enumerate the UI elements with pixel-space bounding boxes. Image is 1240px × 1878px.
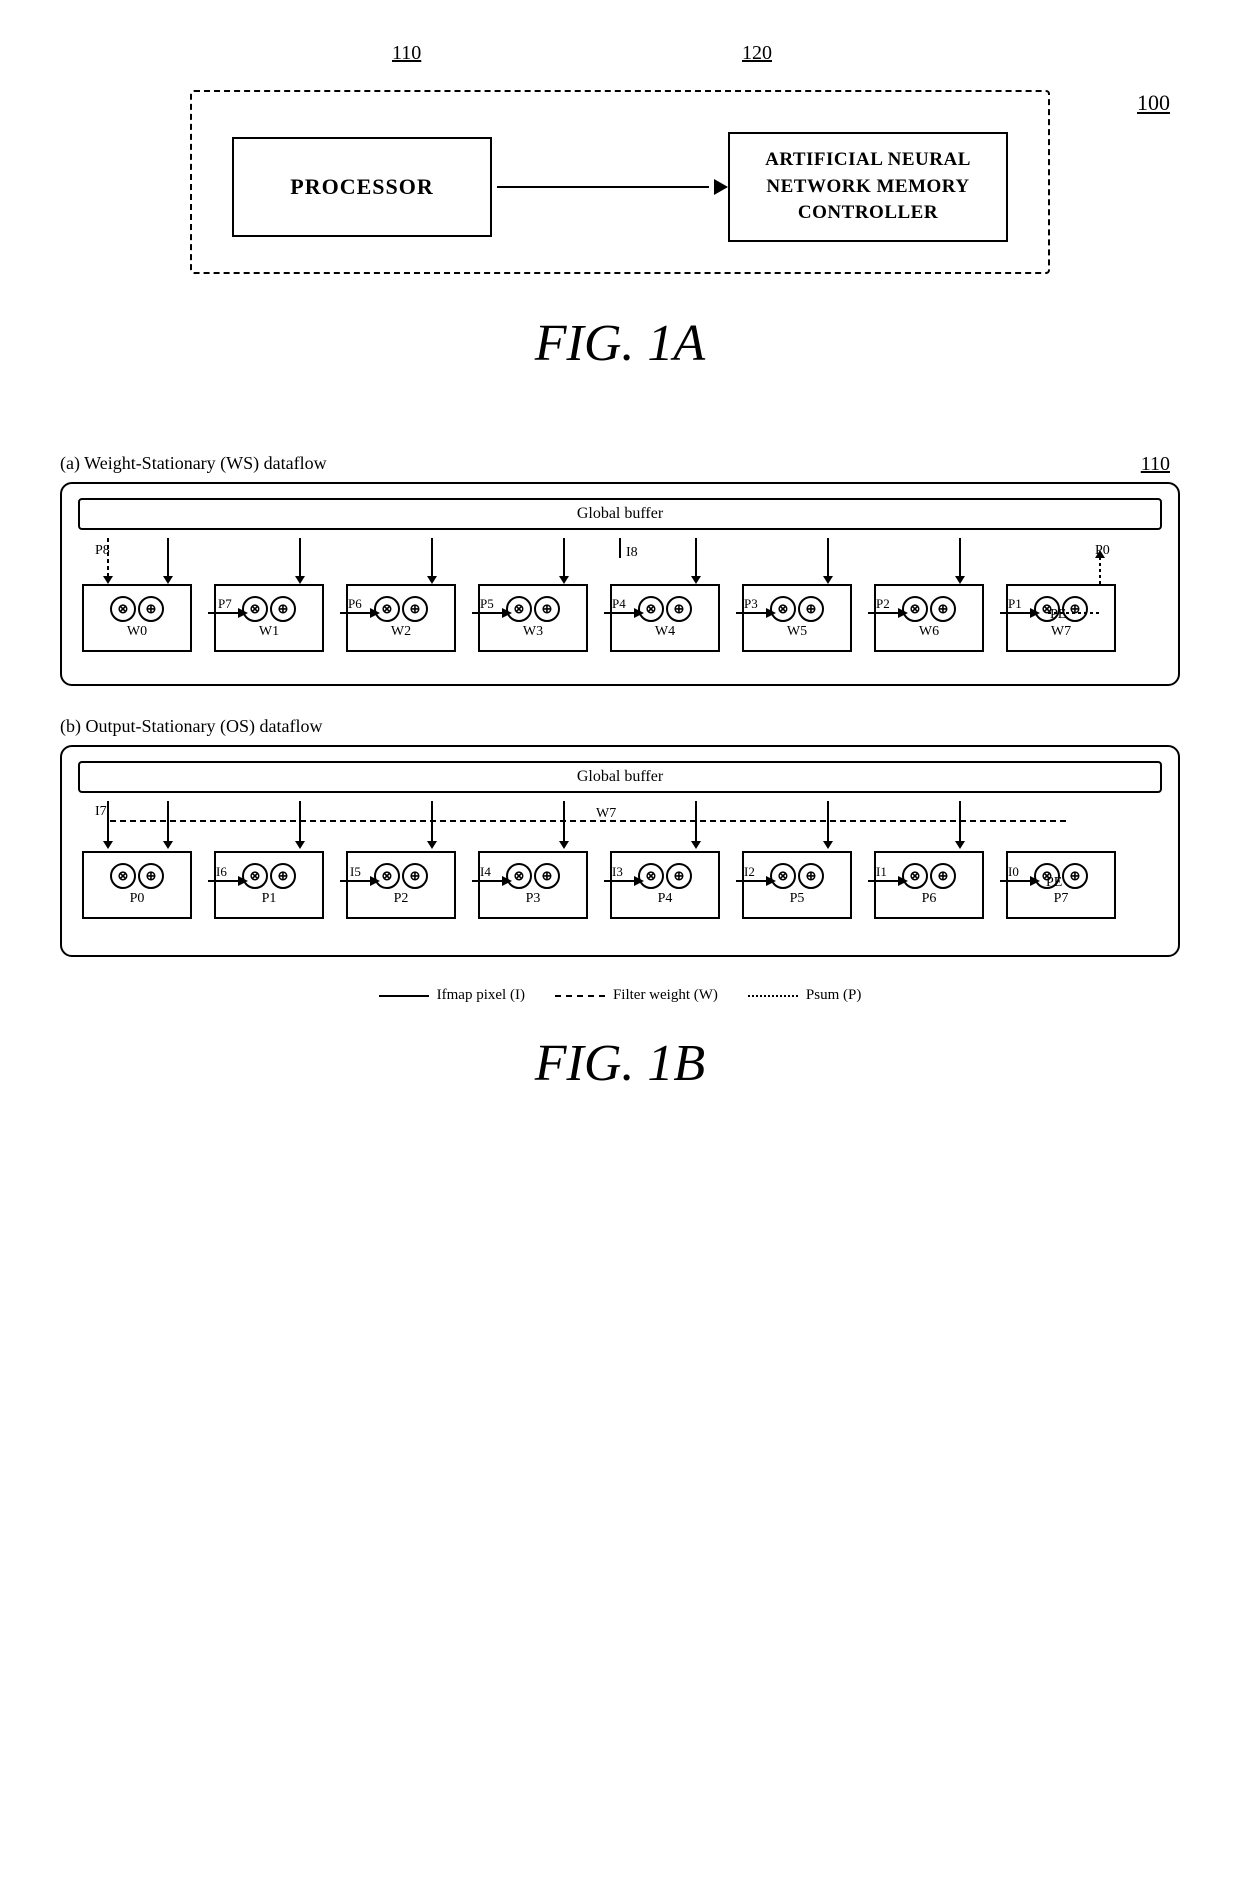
os-pe-p0: ⊗ ⊕ P0: [82, 851, 192, 919]
os-pe-p4: ⊗ ⊕ P4: [610, 851, 720, 919]
os-pe-label-p6: P6: [922, 891, 937, 907]
os-pe-p1: ⊗ ⊕ P1: [214, 851, 324, 919]
legend-dashed: Filter weight (W): [555, 987, 718, 1004]
subfig-a-label: (a) Weight-Stationary (WS) dataflow: [60, 453, 1180, 474]
legend: Ifmap pixel (I) Filter weight (W) Psum (…: [60, 987, 1180, 1004]
os-pe-p5: ⊗ ⊕ P5: [742, 851, 852, 919]
arrow-line: [497, 186, 709, 188]
os-pe-p6: ⊗ ⊕ P6: [874, 851, 984, 919]
ws-pe-w6: ⊗ ⊕ W6: [874, 584, 984, 652]
svg-text:I7: I7: [95, 804, 107, 819]
ws-dataflow-container: Global buffer: [60, 482, 1180, 686]
ws-pe-label-w5: W5: [787, 624, 807, 640]
ws-global-buffer: Global buffer: [78, 498, 1162, 530]
os-pe-p7: ⊗ ⊕ P7: [1006, 851, 1116, 919]
fig1b-caption: FIG. 1B: [60, 1034, 1180, 1093]
os-pe-label-p3: P3: [526, 891, 541, 907]
ws-pe-label-w3: W3: [523, 624, 543, 640]
ws-pe-label-w6: W6: [919, 624, 939, 640]
os-pe-label-p5: P5: [790, 891, 805, 907]
svg-text:W7: W7: [596, 806, 616, 821]
processor-box: PROCESSOR: [232, 137, 492, 237]
os-pe-p2: ⊗ ⊕ P2: [346, 851, 456, 919]
fig1a-diagram: 110 120 PROCESSOR ARTIFICIAL NEURALNETWO…: [60, 90, 1180, 274]
processor-to-ann-arrow: [492, 179, 728, 195]
ws-pe-w0: ⊗ ⊕ W0: [82, 584, 192, 652]
processor-text: PROCESSOR: [290, 174, 433, 200]
ws-pe-label-w2: W2: [391, 624, 411, 640]
ws-pe-w5: ⊗ ⊕ W5: [742, 584, 852, 652]
ws-pe-label-w0: W0: [127, 624, 147, 640]
ws-pe-row: ⊗ ⊕ W0 ⊗ ⊕ W1 ⊗: [82, 584, 1162, 652]
fig1a-caption: FIG. 1A: [60, 314, 1180, 373]
os-pe-label-p4: P4: [658, 891, 673, 907]
legend-dashed-label: Filter weight (W): [613, 987, 718, 1004]
os-pe-label-p0: P0: [130, 891, 145, 907]
os-global-buffer: Global buffer: [78, 761, 1162, 793]
os-dataflow-container: Global buffer I7: [60, 745, 1180, 957]
ws-pe-label-w7: W7: [1051, 624, 1071, 640]
legend-dashed-line: [555, 995, 605, 997]
legend-solid: Ifmap pixel (I): [379, 987, 525, 1004]
legend-dotted-line: [748, 995, 798, 997]
subfig-b-label: (b) Output-Stationary (OS) dataflow: [60, 716, 1180, 737]
svg-text:I8: I8: [626, 545, 638, 560]
ws-pe-w3: ⊗ ⊕ W3: [478, 584, 588, 652]
legend-solid-line: [379, 995, 429, 997]
ann-box: ARTIFICIAL NEURALNETWORK MEMORYCONTROLLE…: [728, 132, 1008, 242]
ann-text: ARTIFICIAL NEURALNETWORK MEMORYCONTROLLE…: [765, 147, 971, 227]
legend-solid-label: Ifmap pixel (I): [437, 987, 525, 1004]
label-120: 120: [742, 42, 772, 65]
ws-pe-w2: ⊗ ⊕ W2: [346, 584, 456, 652]
ws-pe-label-w1: W1: [259, 624, 279, 640]
fig1a-section: 100 110 120 PROCESSOR ARTIFICIAL NEURALN…: [60, 90, 1180, 373]
legend-dotted-label: Psum (P): [806, 987, 861, 1004]
os-pe-label-p7: P7: [1054, 891, 1069, 907]
os-pe-label-p1: P1: [262, 891, 277, 907]
ws-pe-w7: ⊗ ⊕ W7: [1006, 584, 1116, 652]
os-pe-label-p2: P2: [394, 891, 409, 907]
os-pe-p3: ⊗ ⊕ P3: [478, 851, 588, 919]
ws-pe-w1: ⊗ ⊕ W1: [214, 584, 324, 652]
os-pe-row: ⊗ ⊕ P0 ⊗ ⊕ P1 ⊗ ⊕: [82, 851, 1162, 919]
arrow-head: [714, 179, 728, 195]
outer-dashed-box: 110 120 PROCESSOR ARTIFICIAL NEURALNETWO…: [190, 90, 1050, 274]
fig1b-ref-110: 110: [1141, 453, 1170, 476]
ws-pe-label-w4: W4: [655, 624, 675, 640]
ws-pe-w4: ⊗ ⊕ W4: [610, 584, 720, 652]
label-110: 110: [392, 42, 421, 65]
svg-text:P8: P8: [95, 543, 110, 558]
fig1b-section: 110 (a) Weight-Stationary (WS) dataflow …: [60, 453, 1180, 1093]
legend-dotted: Psum (P): [748, 987, 861, 1004]
